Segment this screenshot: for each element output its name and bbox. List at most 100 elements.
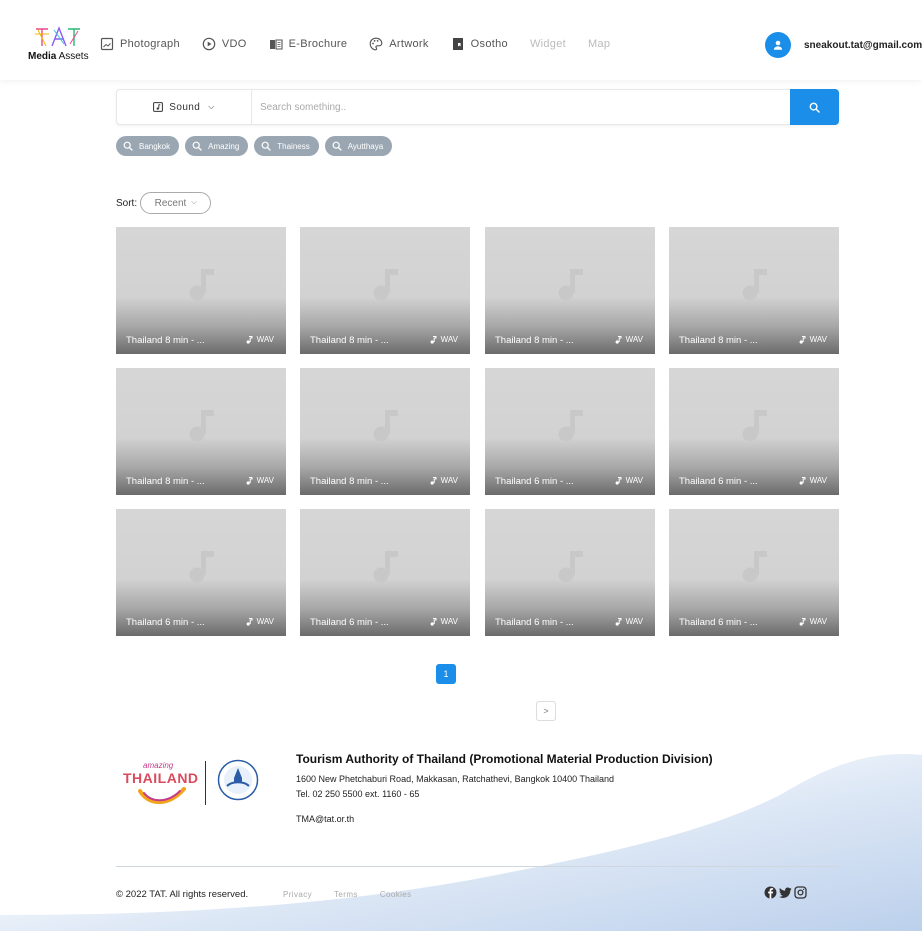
nav-osotho-label: Osotho <box>470 38 508 50</box>
footer-links: Privacy Terms Cookies <box>283 890 434 899</box>
tag-label: Bangkok <box>139 141 171 151</box>
search-button[interactable] <box>790 89 839 125</box>
search-icon <box>123 141 133 151</box>
top-bar: Media Assets Photograph VDO E-Brochure A… <box>0 0 922 80</box>
org-email[interactable]: TMA@tat.or.th <box>296 814 354 824</box>
play-icon <box>202 37 216 51</box>
media-type-label: Sound <box>169 101 201 113</box>
bookmark-icon <box>452 38 463 50</box>
nav-map[interactable]: Map <box>588 38 610 50</box>
tat-seal-icon <box>217 759 259 801</box>
search-icon <box>809 102 820 113</box>
music-note-icon <box>615 335 622 344</box>
brand-big-text: THAILAND <box>123 770 199 786</box>
nav-artwork[interactable]: Artwork <box>369 37 428 51</box>
user-menu[interactable]: sneakout.tat@gmail.com <box>765 32 922 58</box>
nav-photograph[interactable]: Photograph <box>100 37 180 51</box>
sound-card[interactable]: Thailand 6 min - ... WAV <box>485 368 655 495</box>
music-note-icon <box>558 410 583 442</box>
nav-e-brochure-label: E-Brochure <box>288 38 348 50</box>
search-icon <box>332 141 342 151</box>
card-title: Thailand 8 min - ... <box>495 335 574 346</box>
tag-chip[interactable]: Ayutthaya <box>324 136 393 156</box>
main-nav: Photograph VDO E-Brochure Artwork Osotho… <box>100 37 632 51</box>
page-button-current[interactable]: 1 <box>436 664 456 684</box>
card-format: WAV <box>625 335 643 344</box>
sound-file-icon <box>153 102 164 112</box>
tag-chip[interactable]: Thainess <box>254 136 319 156</box>
card-title: Thailand 8 min - ... <box>126 476 205 487</box>
instagram-icon[interactable] <box>794 886 807 899</box>
sound-card[interactable]: Thailand 8 min - ... WAV <box>116 368 286 495</box>
tag-chip[interactable]: Bangkok <box>116 136 180 156</box>
music-note-icon <box>189 410 214 442</box>
sound-card[interactable]: Thailand 8 min - ... WAV <box>669 227 839 354</box>
sound-card[interactable]: Thailand 8 min - ... WAV <box>300 368 470 495</box>
music-note-icon <box>558 551 583 583</box>
sound-card[interactable]: Thailand 6 min - ... WAV <box>485 509 655 636</box>
sound-card[interactable]: Thailand 6 min - ... WAV <box>669 509 839 636</box>
music-note-icon <box>373 269 398 301</box>
music-note-icon <box>189 551 214 583</box>
sound-card[interactable]: Thailand 6 min - ... WAV <box>300 509 470 636</box>
media-assets-logo[interactable]: Media Assets <box>26 26 90 66</box>
nav-osotho[interactable]: Osotho <box>451 37 508 51</box>
music-note-icon <box>615 476 622 485</box>
card-title: Thailand 8 min - ... <box>310 476 389 487</box>
user-icon <box>773 40 783 50</box>
music-note-icon <box>246 617 253 626</box>
logo-text: Assets <box>58 51 89 62</box>
nav-e-brochure[interactable]: E-Brochure <box>269 37 348 51</box>
music-note-icon <box>742 551 767 583</box>
music-note-icon <box>189 269 214 301</box>
org-address: 1600 New Phetchaburi Road, Makkasan, Rat… <box>296 774 615 784</box>
card-title: Thailand 6 min - ... <box>679 476 758 487</box>
brand-small-text: amazing <box>143 761 174 770</box>
avatar[interactable] <box>765 32 791 58</box>
facebook-icon[interactable] <box>764 886 777 899</box>
sort-value: Recent <box>154 197 187 209</box>
card-format: WAV <box>256 476 274 485</box>
nav-widget[interactable]: Widget <box>530 38 566 50</box>
sort-control: Sort: Recent ⌵ <box>116 192 212 214</box>
copyright: © 2022 TAT. All rights reserved. <box>116 889 249 900</box>
music-note-icon <box>558 269 583 301</box>
card-format: WAV <box>809 335 827 344</box>
sound-card[interactable]: Thailand 8 min - ... WAV <box>485 227 655 354</box>
music-note-icon <box>373 551 398 583</box>
music-note-icon <box>742 410 767 442</box>
media-type-dropdown[interactable]: Sound ⌵ <box>117 90 252 124</box>
chevron-down-icon: ⌵ <box>191 199 197 206</box>
palette-icon <box>369 37 383 51</box>
nav-vdo[interactable]: VDO <box>202 37 247 51</box>
music-note-icon <box>373 410 398 442</box>
tag-chip[interactable]: Amazing <box>185 136 249 156</box>
search-icon <box>192 141 202 151</box>
twitter-icon[interactable] <box>779 886 792 899</box>
next-page-button[interactable]: > <box>536 701 556 721</box>
terms-link[interactable]: Terms <box>334 890 358 899</box>
nav-vdo-label: VDO <box>221 38 247 50</box>
card-title: Thailand 8 min - ... <box>310 335 389 346</box>
sound-card[interactable]: Thailand 6 min - ... WAV <box>116 509 286 636</box>
tat-logo-icon <box>35 26 80 47</box>
music-note-icon <box>430 617 437 626</box>
nav-artwork-label: Artwork <box>389 38 429 50</box>
logo-text-bold: Media <box>28 51 57 62</box>
tag-label: Amazing <box>208 141 240 151</box>
card-format: WAV <box>625 617 643 626</box>
music-note-icon <box>246 335 253 344</box>
sort-dropdown[interactable]: Recent ⌵ <box>140 192 212 214</box>
privacy-link[interactable]: Privacy <box>283 890 312 899</box>
sound-card[interactable]: Thailand 8 min - ... WAV <box>116 227 286 354</box>
user-email[interactable]: sneakout.tat@gmail.com <box>804 40 922 51</box>
nav-widget-label: Widget <box>529 38 566 50</box>
sound-card[interactable]: Thailand 6 min - ... WAV <box>669 368 839 495</box>
amazing-thailand-logo: amazing THAILAND <box>118 757 268 809</box>
cookies-link[interactable]: Cookies <box>380 890 412 899</box>
card-title: Thailand 6 min - ... <box>310 617 389 628</box>
sound-card[interactable]: Thailand 8 min - ... WAV <box>300 227 470 354</box>
search-input[interactable] <box>260 98 780 116</box>
card-format: WAV <box>809 476 827 485</box>
music-note-icon <box>430 335 437 344</box>
